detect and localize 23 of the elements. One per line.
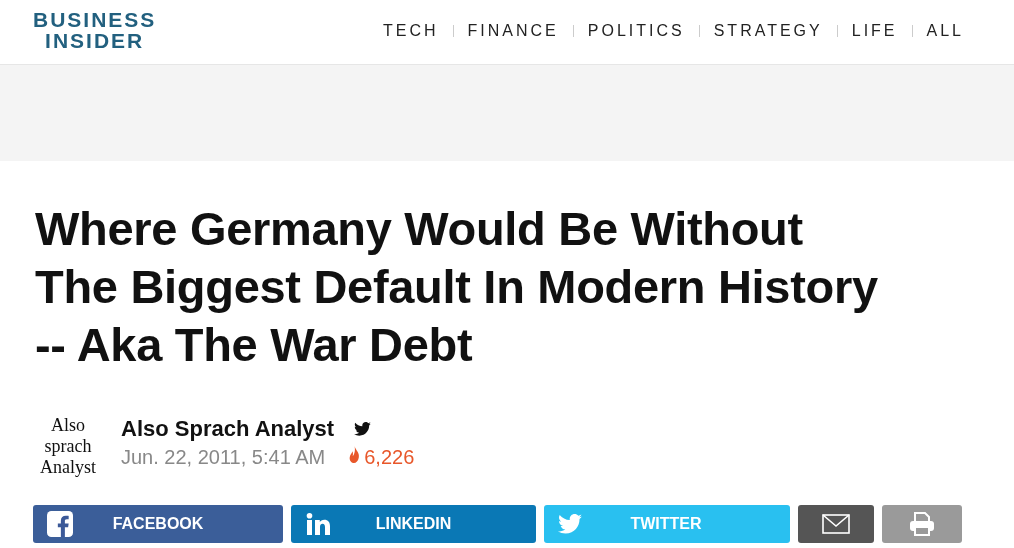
printer-icon [909, 512, 935, 536]
facebook-icon [47, 511, 73, 537]
nav-link[interactable]: POLITICS [587, 22, 685, 40]
publish-date: Jun. 22, 2011, 5:41 AM [121, 446, 326, 469]
nav-link[interactable]: TECH [383, 22, 439, 40]
nav-link[interactable]: STRATEGY [713, 22, 823, 40]
nav-link[interactable]: LIFE [851, 22, 898, 40]
flame-icon [349, 446, 361, 463]
author-avatar: Also sprach Analyst [39, 415, 97, 478]
twitter-bird-icon [558, 514, 582, 534]
logo[interactable]: BUSINESS INSIDER [33, 9, 157, 51]
view-count: 6,226 [364, 446, 415, 469]
email-share-button[interactable] [798, 505, 874, 543]
twitter-bird-icon[interactable] [354, 422, 372, 436]
linkedin-icon [305, 513, 331, 535]
author-name[interactable]: Also Sprach Analyst [121, 416, 335, 442]
print-share-button[interactable] [882, 505, 962, 543]
facebook-share-button[interactable]: FACEBOOK [33, 505, 283, 543]
nav-link[interactable]: ALL [926, 22, 964, 40]
headline: Where Germany Would Be Without The Biggest Default In Modern History -- Aka The War Debt [35, 201, 879, 373]
nav-link[interactable]: FINANCE [467, 22, 559, 40]
linkedin-share-button[interactable]: LINKEDIN [291, 505, 536, 543]
envelope-icon [822, 514, 850, 534]
